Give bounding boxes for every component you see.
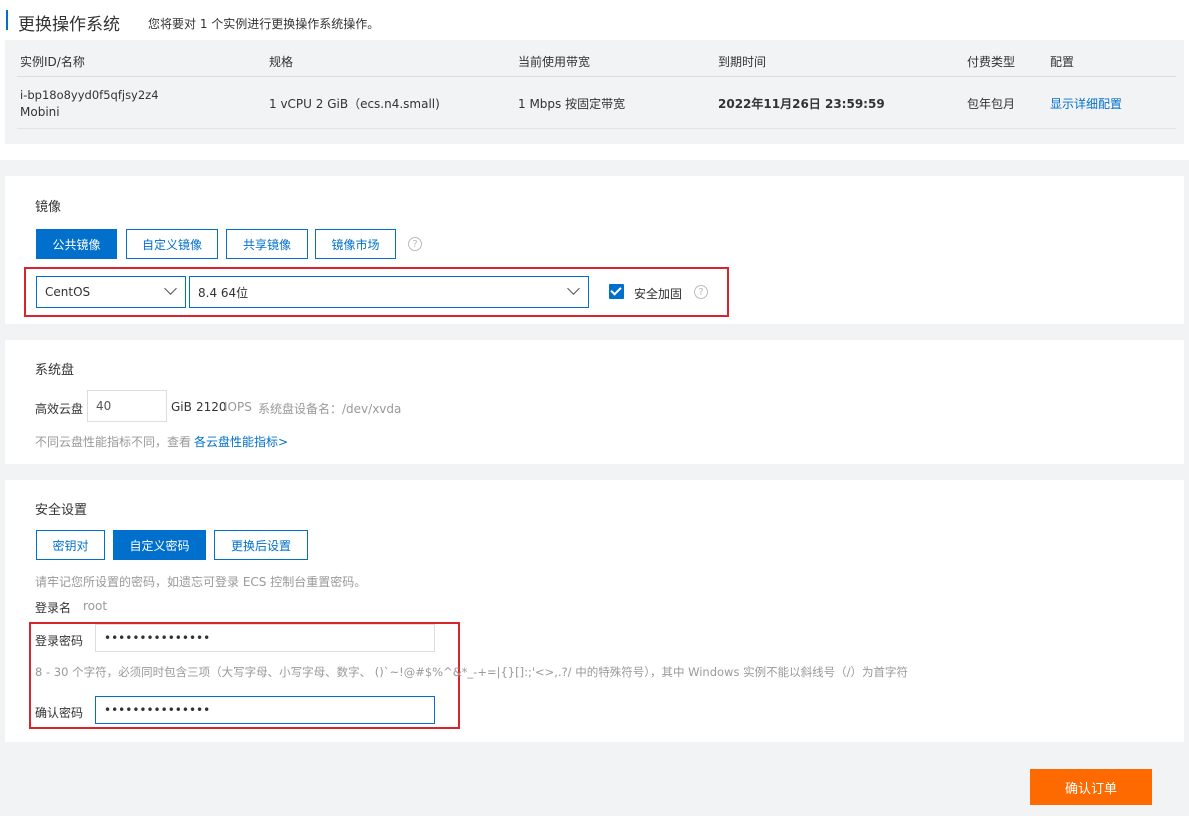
- instance-name: Mobini: [20, 105, 60, 119]
- page-subtitle: 您将要对 1 个实例进行更换操作系统操作。: [148, 17, 380, 31]
- tab-set-after-change[interactable]: 更换后设置: [214, 530, 308, 560]
- login-name-value: root: [83, 599, 108, 613]
- footer-bar: [5, 756, 1184, 816]
- check-icon: [610, 284, 622, 296]
- security-card: 安全设置 密钥对 自定义密码 更换后设置 请牢记您所设置的密码，如遗忘可登录 E…: [5, 480, 1184, 742]
- password-field[interactable]: •••••••••••••••: [95, 624, 435, 652]
- instance-bandwidth: 1 Mbps 按固定带宽: [518, 97, 626, 111]
- col-header-billing: 付费类型: [967, 55, 1016, 69]
- instance-card: 更换操作系统 您将要对 1 个实例进行更换操作系统操作。 实例ID/名称 规格 …: [0, 0, 1189, 160]
- tab-key-pair[interactable]: 密钥对: [36, 530, 105, 560]
- instance-expire: 2022年11月26日 23:59:59: [718, 97, 885, 111]
- tab-public-image[interactable]: 公共镜像: [36, 229, 117, 259]
- title-bar-accent: [6, 10, 8, 30]
- instance-billing: 包年包月: [967, 97, 1016, 111]
- version-select[interactable]: 8.4 64位: [189, 276, 589, 308]
- password-rule: 8 - 30 个字符，必须同时包含三项（大写字母、小写字母、数字、 ()`~!@…: [35, 665, 908, 679]
- disk-iops-value: 2120: [196, 400, 227, 414]
- tab-custom-image[interactable]: 自定义镜像: [126, 229, 218, 259]
- col-header-expire: 到期时间: [718, 55, 767, 69]
- row-divider: [17, 128, 1176, 129]
- security-hardening-checkbox[interactable]: [609, 284, 624, 299]
- disk-unit: GiB: [171, 400, 192, 414]
- security-section-title: 安全设置: [35, 503, 88, 518]
- instance-id: i-bp18o8yyd0f5qfjsy2z4: [20, 88, 159, 102]
- security-help-icon[interactable]: ?: [694, 285, 708, 299]
- col-header-config: 配置: [1050, 55, 1075, 69]
- confirm-password-field[interactable]: •••••••••••••••: [95, 696, 435, 724]
- disk-card: 系统盘 高效云盘 40 GiB 2120 IOPS 系统盘设备名：/dev/xv…: [5, 340, 1184, 464]
- image-card: 镜像 公共镜像 自定义镜像 共享镜像 镜像市场 ? CentOS 8.4 64位…: [5, 176, 1184, 324]
- version-select-value: 8.4 64位: [198, 285, 249, 300]
- disk-size-input[interactable]: 40: [87, 390, 167, 422]
- col-header-spec: 规格: [269, 55, 294, 69]
- login-name-label: 登录名: [35, 601, 72, 615]
- image-section-title: 镜像: [35, 200, 62, 215]
- confirm-order-button[interactable]: 确认订单: [1030, 769, 1152, 805]
- os-select-value: CentOS: [45, 285, 91, 299]
- config-link[interactable]: 显示详细配置: [1050, 95, 1122, 112]
- chevron-down-icon: [164, 282, 177, 295]
- col-header-id: 实例ID/名称: [20, 55, 85, 69]
- password-note: 请牢记您所设置的密码，如遗忘可登录 ECS 控制台重置密码。: [35, 575, 367, 589]
- disk-iops-label: IOPS: [224, 400, 252, 414]
- security-hardening-label: 安全加固: [634, 287, 683, 301]
- disk-device-name: 系统盘设备名：/dev/xvda: [258, 402, 402, 416]
- disk-hint: 不同云盘性能指标不同，查看: [35, 435, 192, 449]
- tab-image-market[interactable]: 镜像市场: [315, 229, 396, 259]
- page-title: 更换操作系统: [18, 15, 120, 35]
- image-help-icon[interactable]: ?: [408, 237, 422, 251]
- disk-performance-link[interactable]: 各云盘性能指标>: [194, 433, 288, 450]
- disk-section-title: 系统盘: [35, 363, 75, 378]
- confirm-password-label: 确认密码: [35, 706, 84, 720]
- instance-spec: 1 vCPU 2 GiB（ecs.n4.small): [269, 97, 440, 111]
- tab-shared-image[interactable]: 共享镜像: [226, 229, 308, 259]
- tab-custom-password[interactable]: 自定义密码: [113, 530, 206, 560]
- os-select[interactable]: CentOS: [36, 276, 186, 308]
- password-label: 登录密码: [35, 634, 84, 648]
- col-header-bandwidth: 当前使用带宽: [518, 55, 591, 69]
- chevron-down-icon: [567, 282, 580, 295]
- disk-type-label: 高效云盘: [35, 402, 84, 416]
